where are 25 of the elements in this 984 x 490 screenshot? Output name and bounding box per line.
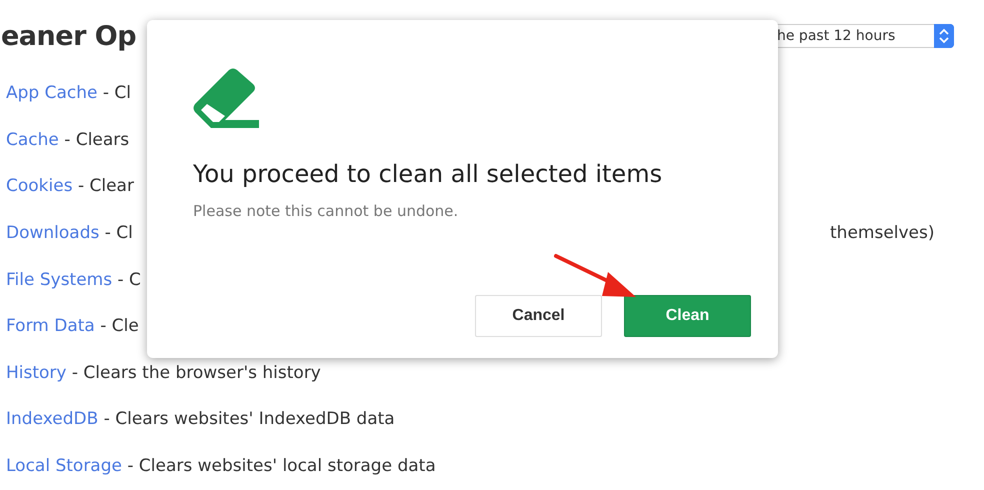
dialog-title: You proceed to clean all selected items: [193, 160, 664, 188]
option-link[interactable]: History: [6, 362, 66, 383]
option-description: - Clears websites' local storage data: [127, 456, 436, 476]
option-description: - Clears websites' IndexedDB data: [104, 409, 395, 430]
option-link[interactable]: Cookies: [6, 176, 73, 196]
option-link[interactable]: Form Data: [6, 316, 95, 336]
dialog-message: Please note this cannot be undone.: [193, 202, 460, 220]
option-description: - Clears the browser's history: [72, 362, 321, 383]
stepper-icon: [934, 24, 954, 48]
option-description: themselves): [830, 223, 936, 244]
option-link[interactable]: IndexedDB: [6, 409, 98, 430]
option-link[interactable]: Cache: [6, 130, 59, 150]
cancel-button[interactable]: Cancel: [475, 295, 602, 337]
option-description: - Cl: [102, 83, 132, 104]
option-link[interactable]: App Cache: [6, 83, 98, 104]
option-link[interactable]: Local Storage: [6, 456, 122, 476]
option-description: - Cle: [100, 316, 139, 336]
option-description: - Clears: [64, 130, 130, 150]
option-description: - C: [118, 270, 141, 290]
clean-button[interactable]: Clean: [624, 295, 751, 337]
option-description: - Cl: [104, 223, 133, 244]
page-heading: eaner Op: [0, 20, 136, 52]
option-link[interactable]: File Systems: [6, 270, 112, 290]
option-description: - Clear: [78, 176, 134, 196]
option-link[interactable]: Downloads: [6, 223, 100, 244]
